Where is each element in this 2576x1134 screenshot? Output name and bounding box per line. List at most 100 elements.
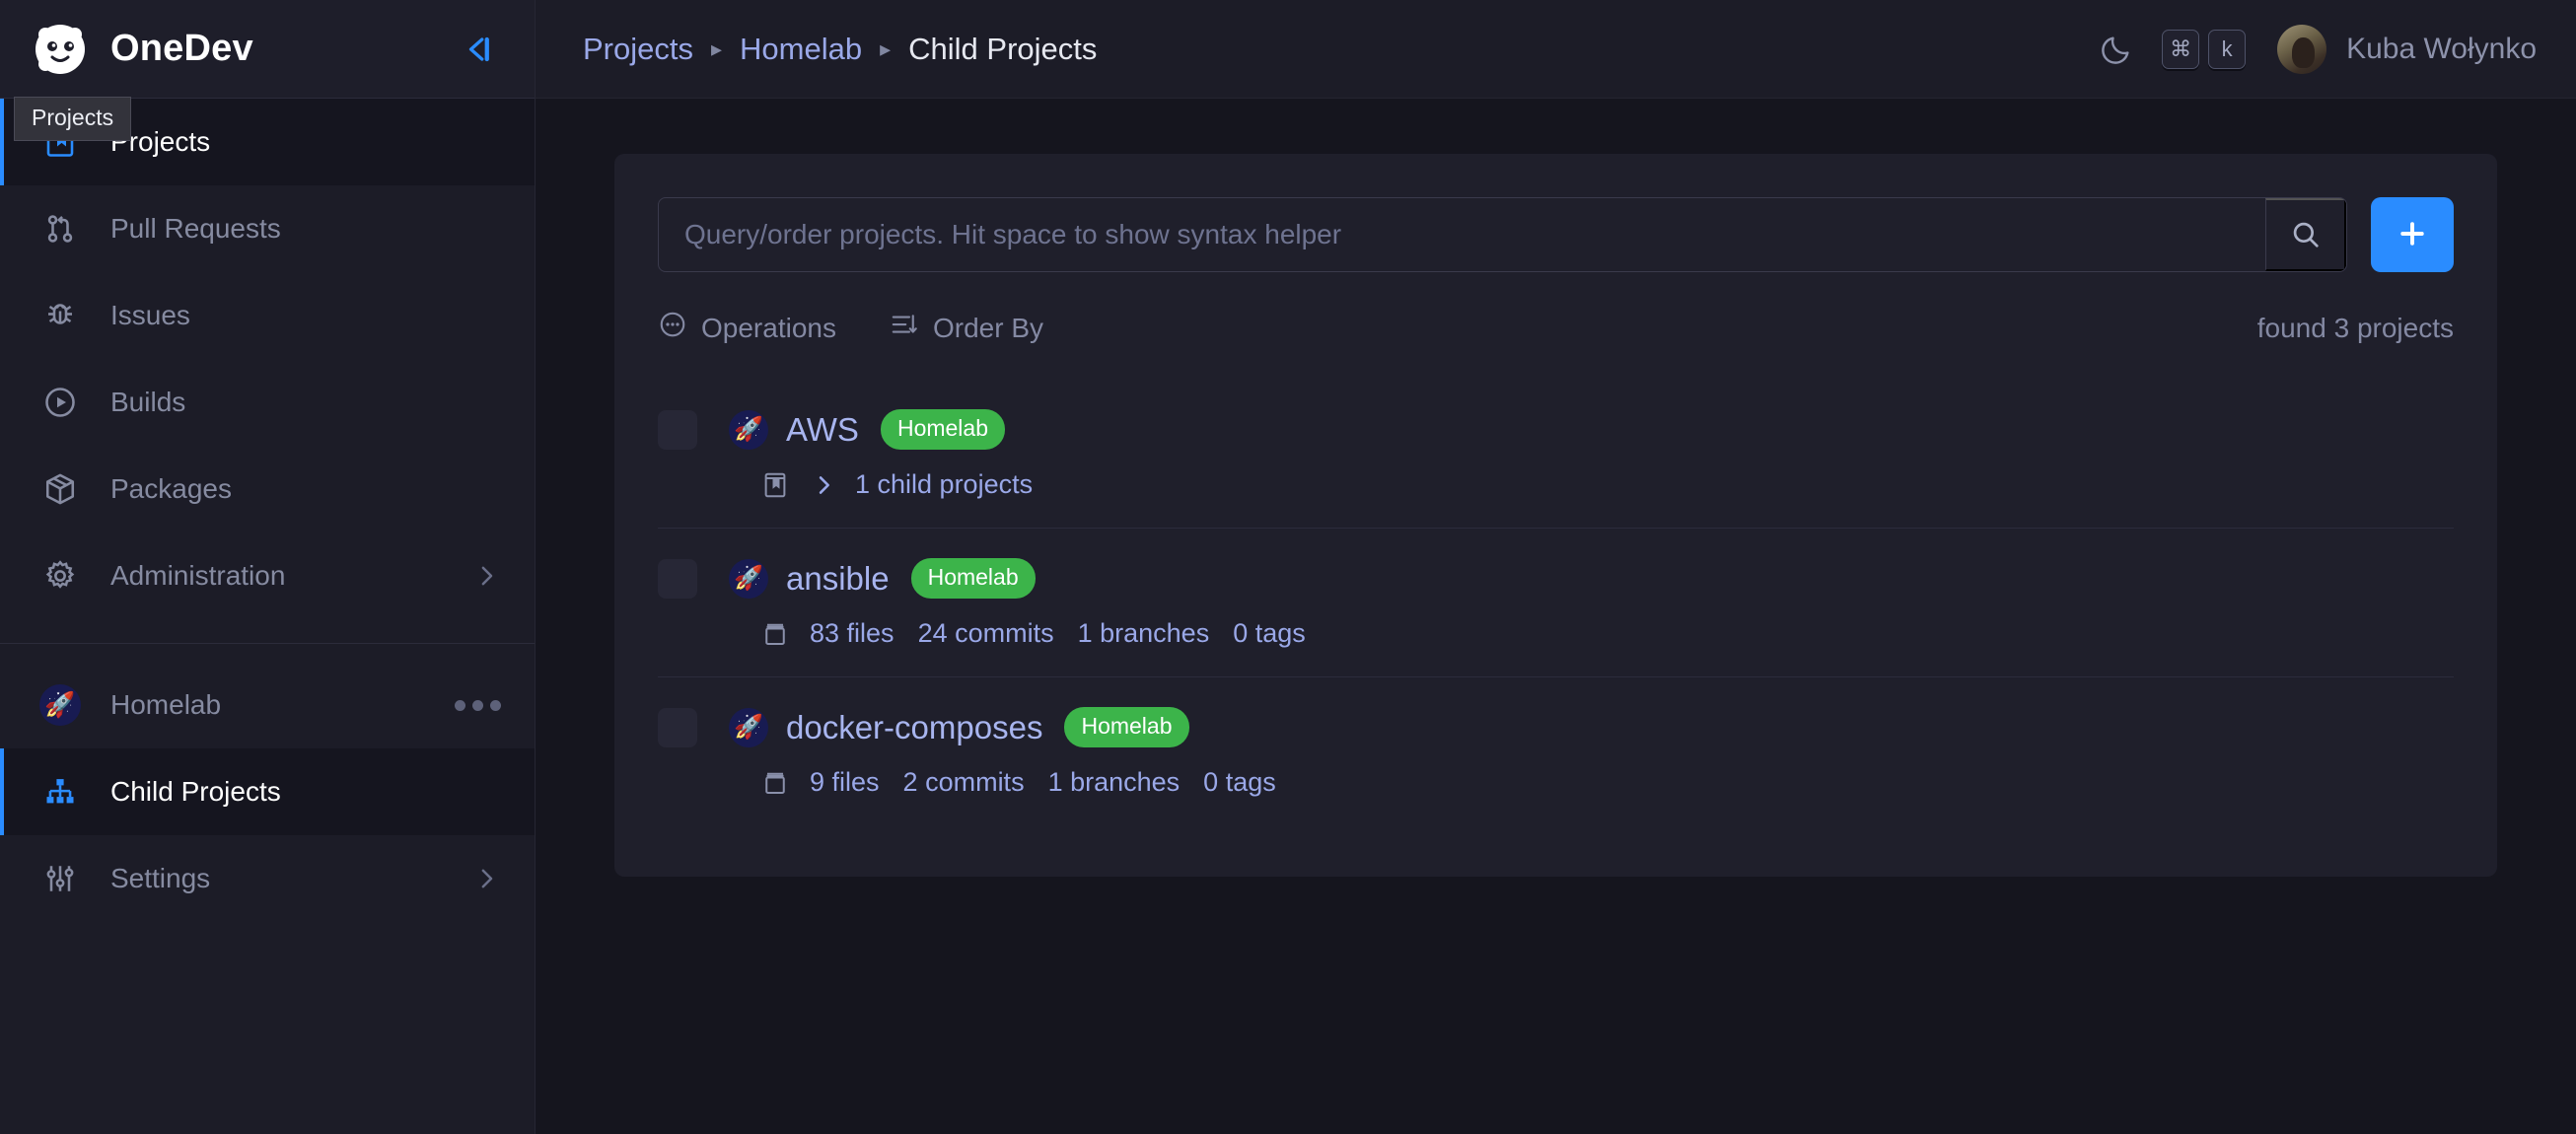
row-checkbox[interactable]	[658, 409, 697, 450]
rocket-icon: 🚀	[729, 707, 768, 747]
brand-header: OneDev	[0, 0, 535, 99]
kbd-command[interactable]: ⌘	[2162, 29, 2200, 69]
project-badge[interactable]: Homelab	[1064, 707, 1189, 747]
project-row-meta: 9 files 2 commits 1 branches 0 tags	[658, 767, 2454, 798]
project-row-header: 🚀 AWS Homelab	[658, 409, 2454, 450]
list-toolbar: Operations Order By found 3 projects	[658, 310, 2454, 346]
sidebar-item-administration[interactable]: Administration	[0, 532, 535, 619]
package-box-icon	[39, 468, 81, 510]
chevron-right-icon: ▸	[880, 35, 892, 61]
topbar-actions: ⌘ k Kuba Wołynko	[2091, 24, 2537, 75]
sidebar: OneDev Projects Projects Pull Requests I…	[0, 0, 536, 1134]
order-by-button[interactable]: Order By	[890, 310, 1043, 346]
sort-icon	[890, 310, 919, 346]
search-container	[658, 197, 2347, 272]
chevron-right-icon	[471, 864, 501, 893]
project-row-header: 🚀 docker-composes Homelab	[658, 707, 2454, 747]
rocket-icon: 🚀	[729, 558, 768, 599]
rocket-icon: 🚀	[39, 684, 81, 726]
sidebar-item-label: Child Projects	[110, 776, 281, 807]
chevron-right-icon: ▸	[710, 35, 723, 61]
sidebar-item-settings[interactable]: Settings	[0, 835, 535, 922]
panda-logo-icon	[34, 23, 87, 76]
project-row: 🚀 AWS Homelab 1 child projects	[658, 380, 2454, 529]
avatar	[2277, 24, 2327, 74]
tags-count[interactable]: 0 tags	[1203, 767, 1276, 798]
files-count[interactable]: 9 files	[810, 767, 880, 798]
chevron-right-icon	[471, 561, 501, 591]
row-checkbox[interactable]	[658, 558, 697, 599]
project-name[interactable]: docker-composes	[786, 709, 1042, 746]
breadcrumb-item-homelab[interactable]: Homelab	[740, 32, 862, 67]
order-by-label: Order By	[932, 312, 1043, 343]
project-list: 🚀 AWS Homelab 1 child projects 🚀 ansible…	[658, 380, 2454, 825]
sidebar-item-label: Issues	[110, 300, 190, 330]
bug-icon	[39, 295, 81, 336]
sitemap-icon	[39, 771, 81, 813]
project-row-meta: 83 files 24 commits 1 branches 0 tags	[658, 618, 2454, 649]
projects-card: Operations Order By	[614, 154, 2497, 877]
sidebar-item-issues[interactable]: Issues	[0, 272, 535, 359]
play-circle-icon	[39, 382, 81, 423]
sidebar-item-label: Packages	[110, 473, 232, 504]
child-projects-link[interactable]: 1 child projects	[855, 469, 1033, 500]
main-area: Projects ▸ Homelab ▸ Child Projects ⌘ k	[536, 0, 2576, 1134]
project-badge[interactable]: Homelab	[910, 558, 1036, 599]
sliders-icon	[39, 858, 81, 899]
sidebar-item-packages[interactable]: Packages	[0, 446, 535, 532]
moon-icon[interactable]	[2091, 24, 2142, 75]
search-input[interactable]	[659, 198, 2265, 271]
sidebar-item-homelab[interactable]: 🚀 Homelab	[0, 662, 535, 748]
branches-count[interactable]: 1 branches	[1078, 618, 1210, 649]
breadcrumb-item-projects[interactable]: Projects	[583, 32, 693, 67]
pull-request-icon	[39, 208, 81, 249]
tags-count[interactable]: 0 tags	[1233, 618, 1306, 649]
sidebar-item-child-projects[interactable]: Child Projects	[0, 748, 535, 835]
book-bookmark-icon	[760, 470, 790, 500]
breadcrumb-item-child-projects: Child Projects	[908, 31, 1098, 66]
search-row	[658, 197, 2454, 272]
commits-count[interactable]: 2 commits	[903, 767, 1025, 798]
add-project-button[interactable]	[2371, 197, 2454, 272]
project-badge[interactable]: Homelab	[880, 409, 1005, 450]
app-root: OneDev Projects Projects Pull Requests I…	[0, 0, 2576, 1134]
project-row: 🚀 ansible Homelab 83 files 24 commits 1 …	[658, 529, 2454, 677]
archive-icon	[760, 768, 790, 798]
branches-count[interactable]: 1 branches	[1048, 767, 1181, 798]
breadcrumb: Projects ▸ Homelab ▸ Child Projects	[583, 32, 1097, 67]
project-row-meta: 1 child projects	[658, 469, 2454, 500]
kbd-k[interactable]: k	[2208, 29, 2247, 69]
user-menu[interactable]: Kuba Wołynko	[2277, 24, 2537, 74]
primary-nav: Projects Pull Requests Issues Builds Pac…	[0, 99, 535, 922]
sidebar-item-label: Pull Requests	[110, 213, 281, 244]
sidebar-tooltip: Projects	[14, 97, 132, 141]
found-count: found 3 projects	[2256, 312, 2454, 343]
sidebar-item-builds[interactable]: Builds	[0, 359, 535, 446]
more-options-icon[interactable]	[455, 699, 501, 711]
project-row-header: 🚀 ansible Homelab	[658, 558, 2454, 599]
shortcut-keys[interactable]: ⌘ k	[2162, 29, 2247, 69]
sidebar-item-label: Projects	[110, 126, 211, 157]
commits-count[interactable]: 24 commits	[918, 618, 1054, 649]
project-name[interactable]: AWS	[786, 411, 859, 449]
rocket-icon: 🚀	[729, 409, 768, 450]
sidebar-item-label: Settings	[110, 863, 211, 893]
content-area: Operations Order By	[536, 99, 2576, 1134]
archive-icon	[760, 619, 790, 649]
plus-icon	[2395, 216, 2430, 254]
collapse-sidebar-icon[interactable]	[456, 27, 501, 72]
search-button[interactable]	[2265, 198, 2346, 271]
sidebar-item-pull-requests[interactable]: Pull Requests	[0, 185, 535, 272]
files-count[interactable]: 83 files	[810, 618, 894, 649]
user-name: Kuba Wołynko	[2346, 32, 2537, 65]
sidebar-item-label: Builds	[110, 387, 186, 417]
project-row: 🚀 docker-composes Homelab 9 files 2 comm…	[658, 677, 2454, 825]
operations-label: Operations	[701, 312, 836, 343]
operations-button[interactable]: Operations	[658, 310, 836, 346]
row-checkbox[interactable]	[658, 707, 697, 747]
project-name[interactable]: ansible	[786, 560, 890, 598]
project-avatar: 🚀	[39, 684, 81, 726]
expand-children-icon[interactable]	[810, 471, 837, 499]
sidebar-item-label: Homelab	[110, 689, 222, 720]
